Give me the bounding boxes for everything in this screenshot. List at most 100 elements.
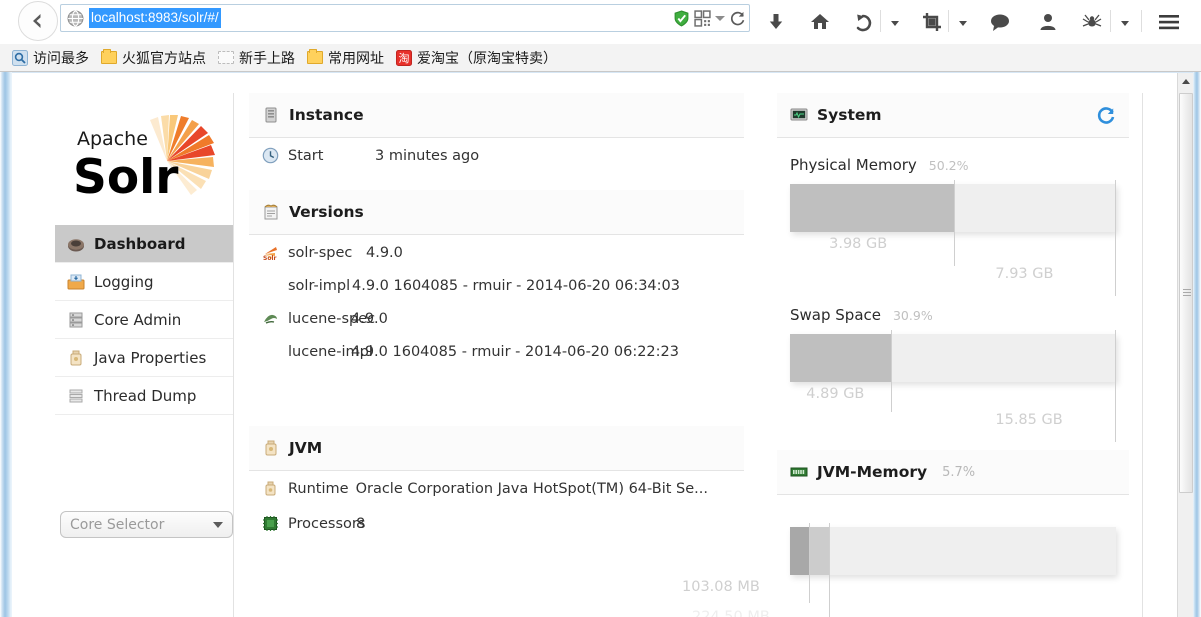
jvm-processors-pair: Processors 8 — [288, 516, 365, 532]
jvm-title: JVM — [289, 439, 323, 457]
thread-dump-icon — [69, 389, 83, 402]
core-selector-label: Core Selector — [70, 516, 165, 533]
crop-dropdown[interactable] — [957, 18, 969, 28]
scroll-up-button[interactable] — [1178, 73, 1194, 90]
jvm-processors-row: Processors 8 — [249, 506, 744, 541]
meter-bar — [790, 334, 1116, 382]
version-value: 4.9.0 1604085 - rmuir - 2014-06-20 06:22… — [351, 343, 679, 360]
sidebar-item-label: Java Properties — [94, 348, 207, 367]
logging-icon — [67, 274, 85, 289]
undo-dropdown[interactable] — [889, 18, 901, 28]
meter-tick — [808, 523, 810, 603]
version-row-lucene-impl: lucene-impl 4.9.0 1604085 - rmuir - 2014… — [249, 336, 744, 367]
bookmark-item-common-sites[interactable]: 常用网址 — [307, 48, 384, 68]
meter-physical-memory: Physical Memory 50.2% 3.98 GB 7.93 GB — [777, 156, 1129, 296]
system-icon — [790, 108, 808, 121]
instance-title: Instance — [289, 106, 364, 124]
chevron-down-icon — [213, 521, 223, 528]
sidebar-item-thread-dump[interactable]: Thread Dump — [55, 377, 233, 415]
meter-used-value: 4.89 GB — [806, 386, 865, 402]
meter-bar-fill — [790, 334, 891, 382]
sidebar-item-core-admin[interactable]: Core Admin — [55, 301, 233, 339]
sidebar-item-dashboard[interactable]: Dashboard — [55, 225, 233, 263]
undo-button[interactable] — [850, 8, 878, 36]
meter-total-value: 224.50 MB — [692, 609, 770, 617]
download-button[interactable] — [762, 8, 790, 36]
page-viewport: Apache Solr Dashboard Logging Core Admin… — [12, 73, 1185, 617]
browser-window: localhost:8983/solr/#/ 访问最多 火狐官方站点 新手上路 … — [0, 0, 1201, 617]
chevron-down-icon[interactable] — [715, 15, 725, 21]
bookmark-item-firefox-site[interactable]: 火狐官方站点 — [101, 48, 206, 68]
url-bar[interactable]: localhost:8983/solr/#/ — [60, 4, 750, 32]
page-scrollbar[interactable] — [1177, 73, 1193, 617]
bookmark-label: 访问最多 — [33, 50, 89, 67]
jvm-memory-title: JVM-Memory — [817, 463, 928, 481]
reload-icon[interactable] — [1096, 105, 1116, 125]
bookmark-item-taobao[interactable]: 淘 爱淘宝（原淘宝特卖） — [396, 48, 557, 68]
jvm-memory-percent: 5.7% — [942, 464, 976, 480]
sidebar-item-label: Dashboard — [94, 234, 186, 253]
url-text[interactable]: localhost:8983/solr/#/ — [89, 8, 221, 28]
instance-icon — [265, 107, 277, 123]
spider-dropdown[interactable] — [1119, 18, 1131, 28]
chevron-down-icon — [959, 20, 967, 26]
reload-icon[interactable] — [729, 10, 746, 27]
meter-swap-space: Swap Space 30.9% 4.89 GB 15.85 GB — [777, 306, 1129, 442]
version-row-lucene-spec: lucene-spec 4.9.0 — [249, 301, 744, 336]
back-button[interactable] — [18, 1, 58, 41]
dashboard-icon — [68, 238, 84, 251]
version-label: solr-impl — [288, 277, 351, 294]
dashboard-content: Instance Start 3 minutes ago Versions So… — [233, 93, 1143, 617]
meter-tick — [1114, 330, 1116, 442]
jvm-processors-label: Processors — [288, 515, 366, 532]
sidebar-item-label: Core Admin — [94, 310, 182, 329]
sidebar-item-java-properties[interactable]: Java Properties — [55, 339, 233, 377]
scrollbar-thumb[interactable] — [1179, 93, 1193, 493]
instance-start-row: Start 3 minutes ago — [249, 138, 744, 173]
meter-value-labels: 103.08 MB 224.50 MB — [682, 523, 1116, 617]
bookmark-label: 新手上路 — [239, 50, 295, 67]
core-selector-dropdown[interactable]: Core Selector — [60, 511, 233, 538]
toolbar-separator — [880, 10, 881, 32]
meter-title: Physical Memory 50.2% — [790, 156, 1116, 174]
jvm-icon — [265, 481, 276, 496]
meter-percent: 50.2% — [928, 158, 969, 173]
shield-check-icon[interactable] — [673, 10, 690, 27]
home-icon — [811, 14, 829, 29]
solr-admin-page: Apache Solr Dashboard Logging Core Admin… — [12, 73, 1172, 617]
processor-icon — [263, 516, 278, 531]
clock-icon — [262, 147, 279, 164]
menu-icon — [1159, 15, 1179, 30]
home-button[interactable] — [806, 8, 834, 36]
sidebar-item-label: Thread Dump — [94, 386, 197, 405]
jvm-runtime-value: Oracle Corporation Java HotSpot(TM) 64-B… — [355, 480, 708, 497]
version-value: 4.9.0 1604085 - rmuir - 2014-06-20 06:34… — [352, 277, 680, 294]
qrcode-icon[interactable] — [694, 9, 711, 27]
menu-button[interactable] — [1155, 8, 1183, 36]
bookmark-item-getting-started[interactable]: 新手上路 — [218, 48, 295, 68]
meter-used-value: 3.98 GB — [829, 236, 888, 252]
sidebar: Apache Solr Dashboard Logging Core Admin… — [12, 73, 233, 617]
person-button[interactable] — [1034, 8, 1062, 36]
folder-icon — [307, 49, 323, 64]
download-icon — [769, 14, 783, 29]
undo-icon — [856, 14, 872, 32]
svg-text:淘: 淘 — [399, 52, 410, 65]
chat-button[interactable] — [986, 8, 1014, 36]
solr-logo[interactable]: Apache Solr — [55, 115, 225, 210]
bookmark-label: 常用网址 — [328, 50, 384, 67]
instance-start-label: Start — [288, 147, 324, 164]
scrollbar-grip — [1183, 289, 1191, 296]
crop-button[interactable] — [918, 8, 946, 36]
toolbar-separator — [1110, 10, 1111, 32]
memory-icon — [790, 467, 808, 477]
version-label: solr-spec — [288, 244, 353, 261]
versions-header: Versions — [249, 190, 744, 235]
sidebar-item-logging[interactable]: Logging — [55, 263, 233, 301]
bookmark-label: 爱淘宝（原淘宝特卖） — [417, 50, 557, 67]
globe-icon — [67, 10, 84, 26]
bookmark-item-most-visited[interactable]: 访问最多 — [12, 48, 89, 68]
version-row-solr-impl: solr-impl 4.9.0 1604085 - rmuir - 2014-0… — [249, 270, 744, 301]
spider-button[interactable] — [1078, 8, 1106, 36]
versions-icon — [264, 204, 278, 220]
